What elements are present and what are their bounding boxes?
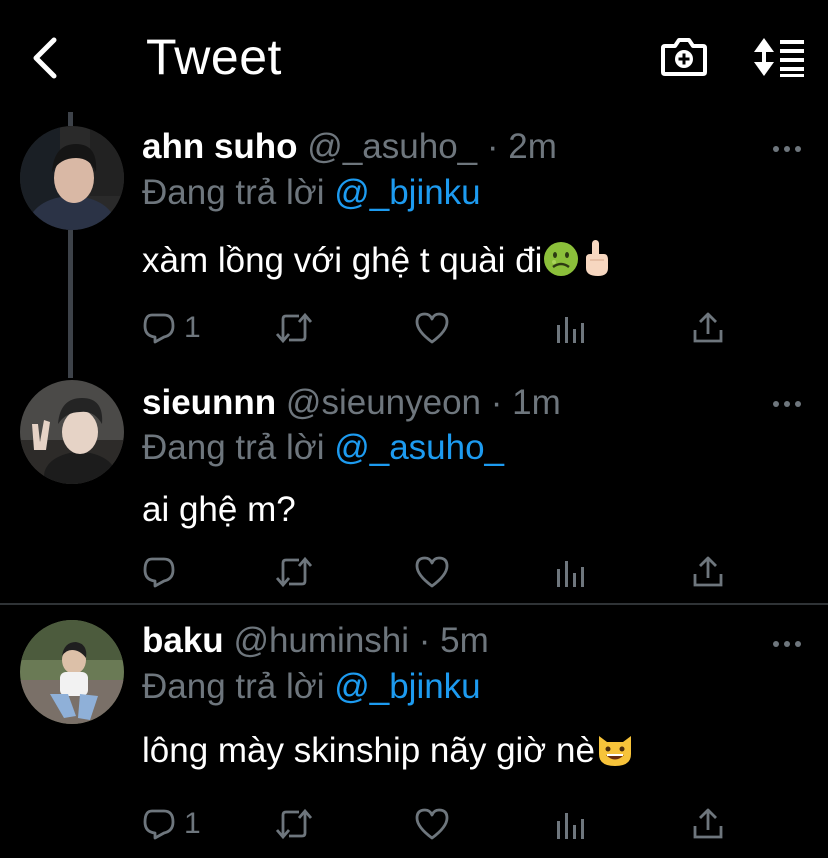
replying-to: Đang trả lời @_asuho_ — [142, 428, 504, 468]
tweet-divider — [0, 603, 828, 605]
display-name[interactable]: sieunnn — [142, 383, 276, 422]
retweet-button[interactable] — [274, 308, 314, 348]
reply-icon — [143, 809, 175, 840]
user-handle[interactable]: @_asuho_ — [307, 127, 477, 166]
timestamp: 1m — [512, 383, 561, 422]
meta-separator: · — [490, 383, 503, 422]
mention-link[interactable]: @_bjinku — [334, 173, 480, 212]
analytics-button[interactable] — [554, 804, 586, 844]
tweet-header: ahn suho @_asuho_ · 2m — [142, 127, 557, 167]
retweet-icon — [275, 556, 313, 588]
more-options-icon[interactable] — [770, 394, 804, 414]
reply-count: 1 — [184, 807, 201, 840]
tweet-text-content: ai ghệ m? — [142, 490, 296, 529]
timestamp: 5m — [440, 621, 489, 660]
reply-button[interactable]: 1 — [142, 804, 201, 844]
tweet[interactable]: ahn suho @_asuho_ · 2m Đang trả lời @_bj… — [0, 0, 828, 380]
user-handle[interactable]: @sieunyeon — [286, 383, 481, 422]
tweet-text-content: lông mày skinship nãy giờ nè — [142, 731, 595, 770]
tweet-text: ai ghệ m? — [142, 490, 296, 530]
replying-to-label: Đang trả lời — [142, 428, 325, 467]
retweet-button[interactable] — [274, 804, 314, 844]
tweet-actions: 1 — [140, 804, 740, 844]
middle-finger-icon — [586, 240, 609, 276]
replying-to-label: Đang trả lời — [142, 173, 325, 212]
avatar[interactable] — [20, 380, 124, 484]
reply-button[interactable]: 1 — [142, 308, 201, 348]
meta-separator: · — [486, 127, 499, 166]
tweet-actions — [140, 552, 740, 592]
retweet-icon — [275, 808, 313, 840]
nauseated-face-icon — [544, 242, 579, 276]
tweet[interactable]: sieunnn @sieunyeon · 1m Đang trả lời @_a… — [0, 380, 828, 602]
heart-icon — [415, 556, 449, 588]
share-button[interactable] — [692, 552, 724, 592]
retweet-icon — [275, 312, 313, 344]
analytics-icon — [557, 317, 584, 343]
avatar[interactable] — [20, 620, 124, 724]
heart-icon — [415, 808, 449, 840]
user-handle[interactable]: @huminshi — [233, 621, 409, 660]
analytics-button[interactable] — [554, 308, 586, 348]
analytics-icon — [557, 561, 584, 587]
replying-to: Đang trả lời @_bjinku — [142, 173, 481, 213]
tweet-text: xàm lồng với ghệ t quài đi — [142, 238, 612, 281]
reply-icon — [143, 313, 175, 344]
heart-icon — [415, 312, 449, 344]
share-button[interactable] — [692, 308, 724, 348]
more-options-icon[interactable] — [770, 139, 804, 159]
like-button[interactable] — [414, 552, 450, 592]
share-button[interactable] — [692, 804, 724, 844]
replying-to: Đang trả lời @_bjinku — [142, 667, 481, 707]
display-name[interactable]: ahn suho — [142, 127, 298, 166]
analytics-icon — [557, 813, 584, 839]
meta-separator: · — [418, 621, 431, 660]
display-name[interactable]: baku — [142, 621, 224, 660]
avatar[interactable] — [20, 126, 124, 230]
retweet-button[interactable] — [274, 552, 314, 592]
mention-link[interactable]: @_bjinku — [334, 667, 480, 706]
reply-icon — [143, 557, 175, 588]
mention-link[interactable]: @_asuho_ — [334, 428, 504, 467]
analytics-button[interactable] — [554, 552, 586, 592]
share-icon — [693, 312, 723, 343]
share-icon — [693, 556, 723, 587]
like-button[interactable] — [414, 308, 450, 348]
more-options-icon[interactable] — [770, 634, 804, 654]
share-icon — [693, 808, 723, 839]
like-button[interactable] — [414, 804, 450, 844]
reply-count: 1 — [184, 311, 201, 344]
replying-to-label: Đang trả lời — [142, 667, 325, 706]
grinning-cat-icon — [598, 736, 631, 766]
tweet-header: sieunnn @sieunyeon · 1m — [142, 383, 561, 423]
tweet[interactable]: baku @huminshi · 5m Đang trả lời @_bjink… — [0, 606, 828, 858]
tweet-header: baku @huminshi · 5m — [142, 621, 489, 661]
tweet-actions: 1 — [140, 308, 740, 348]
reply-button[interactable] — [142, 552, 184, 592]
tweet-text-content: xàm lồng với ghệ t quài đi — [142, 241, 543, 280]
tweet-text: lông mày skinship nãy giờ nè — [142, 730, 635, 771]
timestamp: 2m — [508, 127, 557, 166]
